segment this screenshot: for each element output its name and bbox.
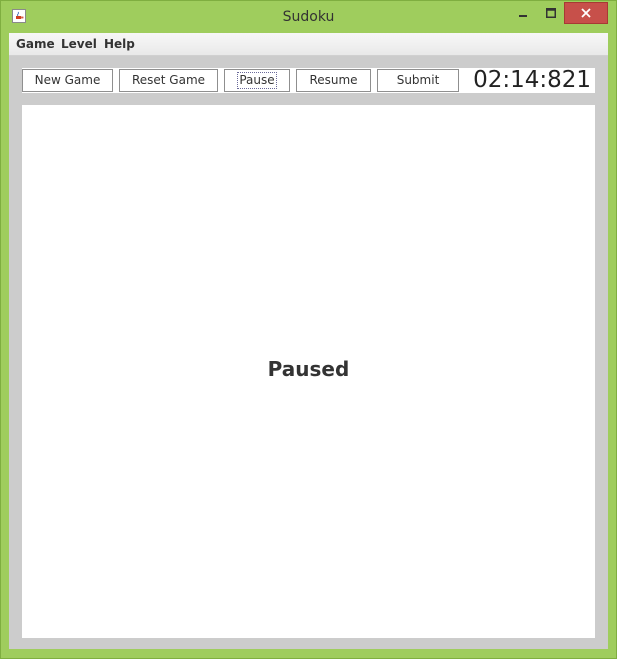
maximize-button[interactable] — [537, 2, 565, 24]
toolbar: New Game Reset Game Pause Resume Submit … — [22, 68, 595, 93]
sudoku-board[interactable]: Paused — [22, 105, 595, 638]
new-game-button[interactable]: New Game — [22, 69, 113, 92]
menu-help[interactable]: Help — [104, 33, 135, 55]
submit-button[interactable]: Submit — [377, 69, 459, 92]
resume-button[interactable]: Resume — [296, 69, 371, 92]
menu-bar: Game Level Help — [9, 33, 608, 56]
content-panel: New Game Reset Game Pause Resume Submit … — [9, 56, 608, 649]
minimize-button[interactable] — [509, 2, 537, 24]
pause-button-label: Pause — [237, 72, 277, 89]
close-icon — [581, 8, 591, 18]
timer-display: 02:14:821 — [473, 67, 591, 93]
reset-game-button[interactable]: Reset Game — [119, 69, 218, 92]
close-button[interactable] — [564, 2, 608, 24]
minimize-icon — [519, 15, 527, 17]
app-window: Sudoku Game Level Help New Game Reset Ga… — [0, 0, 617, 659]
pause-button[interactable]: Pause — [224, 69, 290, 92]
paused-status-text: Paused — [267, 357, 350, 381]
menu-level[interactable]: Level — [61, 33, 97, 55]
title-bar[interactable]: Sudoku — [1, 1, 616, 33]
maximize-icon — [546, 8, 556, 18]
menu-game[interactable]: Game — [16, 33, 55, 55]
